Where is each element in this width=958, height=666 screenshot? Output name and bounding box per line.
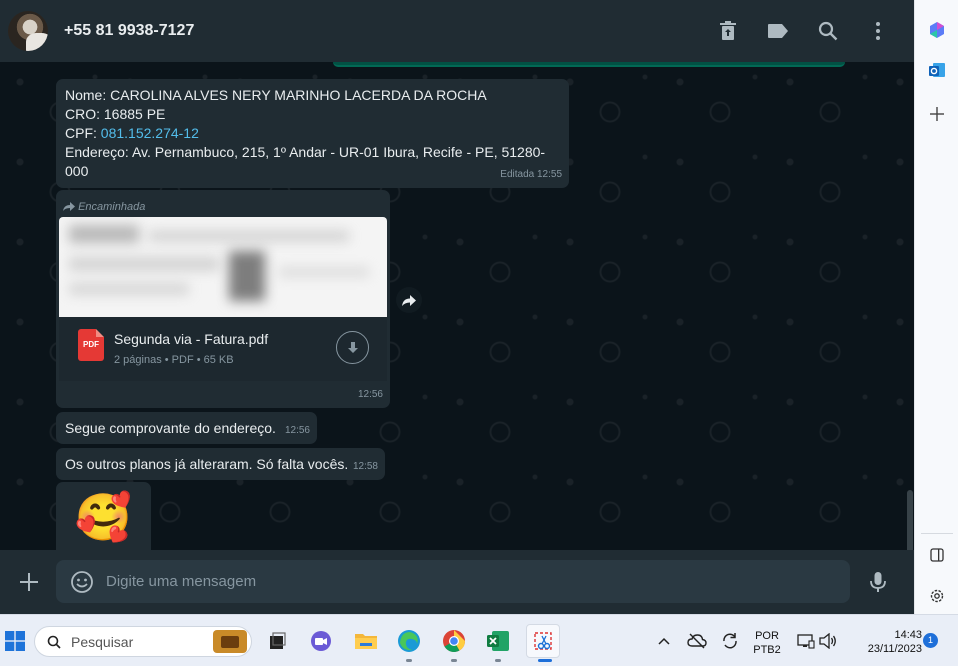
clock[interactable]: 14:43 23/11/2023 [846, 628, 922, 656]
copilot-icon[interactable] [925, 18, 949, 42]
chrome-icon[interactable] [440, 627, 468, 655]
windows-icon[interactable] [1, 627, 29, 655]
notification-badge[interactable]: 1 [923, 633, 938, 648]
clock-time: 14:43 [894, 629, 922, 641]
composer [0, 550, 914, 614]
keyboard-layout: PTB2 [753, 644, 781, 656]
share-icon [402, 294, 416, 306]
download-icon [347, 341, 358, 353]
share-button[interactable] [396, 287, 422, 313]
chat-area[interactable]: Nome: CAROLINA ALVES NERY MARINHO LACERD… [0, 62, 914, 550]
message-line-address: Endereço: Av. Pernambuco, 215, 1º Andar … [65, 144, 546, 179]
emoji-content: 🥰 [74, 491, 133, 543]
pdf-badge-text: PDF [83, 340, 99, 349]
message-time: 12:58 [352, 461, 378, 472]
avatar[interactable] [8, 11, 48, 51]
chat-header: +55 81 9938-7127 [0, 0, 914, 62]
pdf-icon: PDF [78, 329, 104, 361]
emoji-icon [71, 571, 93, 593]
snipping-tool-icon[interactable] [526, 624, 560, 658]
message-line-cro: CRO: 16885 PE [65, 106, 166, 122]
whatsapp-window: +55 81 9938-7127 Nome: CAROLINA ALVES NE… [0, 0, 914, 614]
forward-icon [63, 202, 75, 211]
running-indicator [406, 659, 412, 662]
forwarded-label: Encaminhada [63, 198, 145, 217]
edge-browser-icon[interactable] [395, 627, 423, 655]
message-text[interactable]: Segue comprovante do endereço. 12:56 [56, 412, 317, 444]
cpf-link[interactable]: 081.152.274-12 [101, 125, 199, 141]
previous-message-edge [333, 62, 845, 67]
mic-button[interactable] [866, 570, 890, 594]
file-name: Segunda via - Fatura.pdf [114, 331, 269, 347]
contact-name[interactable]: +55 81 9938-7127 [64, 22, 194, 40]
taskbar: Pesquisar POR PTB2 14:43 23/11/2023 [0, 614, 958, 666]
settings-icon[interactable] [925, 584, 949, 608]
search-highlight-icon [213, 630, 247, 653]
taskbar-search[interactable]: Pesquisar [34, 626, 252, 657]
message-body: Segue comprovante do endereço. [65, 420, 276, 436]
message-input-wrap [56, 560, 850, 603]
mic-icon [870, 572, 886, 592]
excel-icon[interactable] [484, 627, 512, 655]
file-meta: 2 páginas • PDF • 65 KB [114, 354, 234, 366]
cpf-label: CPF: [65, 125, 101, 141]
running-indicator [451, 659, 457, 662]
message-forwarded-document[interactable]: Encaminhada PDF Segunda via - Fatura.pdf… [56, 190, 390, 408]
label-icon[interactable] [766, 19, 790, 43]
attach-button[interactable] [15, 568, 43, 596]
search-placeholder: Pesquisar [71, 634, 134, 650]
clock-date: 23/11/2023 [867, 643, 922, 655]
delete-icon[interactable] [716, 19, 740, 43]
message-text[interactable]: Os outros planos já alteraram. Só falta … [56, 448, 385, 480]
language-indicator[interactable]: POR PTB2 [751, 629, 783, 657]
volume-icon[interactable] [814, 627, 842, 655]
search-icon[interactable] [816, 19, 840, 43]
add-icon[interactable] [925, 102, 949, 126]
download-button[interactable] [336, 331, 369, 364]
message-emoji[interactable]: 🥰 [56, 482, 151, 550]
edge-sidebar [914, 0, 958, 614]
scrollbar-thumb[interactable] [907, 490, 913, 550]
menu-icon[interactable] [866, 19, 890, 43]
teams-meet-icon[interactable] [307, 627, 335, 655]
message-body: Os outros planos já alteraram. Só falta … [65, 456, 349, 472]
document-preview[interactable] [59, 217, 387, 317]
cloud-offline-icon[interactable] [683, 627, 711, 655]
message-time: 12:56 [357, 389, 383, 400]
document-file-row[interactable]: PDF Segunda via - Fatura.pdf 2 páginas •… [59, 317, 387, 381]
message-line-name: Nome: CAROLINA ALVES NERY MARINHO LACERD… [65, 87, 487, 103]
message-time: 12:56 [284, 425, 310, 436]
sync-icon[interactable] [716, 627, 744, 655]
message-contact-info[interactable]: Nome: CAROLINA ALVES NERY MARINHO LACERD… [56, 79, 569, 188]
sidebar-toggle-icon[interactable] [925, 543, 949, 567]
file-explorer-icon[interactable] [352, 627, 380, 655]
search-icon [47, 635, 61, 649]
task-view-icon[interactable] [263, 627, 291, 655]
running-indicator [495, 659, 501, 662]
message-line-cpf: CPF: 081.152.274-12 [65, 124, 560, 143]
active-indicator [538, 659, 552, 662]
chevron-up-icon[interactable] [650, 627, 678, 655]
message-input[interactable] [106, 560, 836, 603]
forwarded-text: Encaminhada [78, 201, 146, 213]
edge-divider [921, 533, 953, 534]
message-time: Editada 12:55 [500, 169, 562, 180]
emoji-button[interactable] [70, 570, 94, 594]
plus-icon [20, 573, 38, 591]
outlook-icon[interactable] [925, 58, 949, 82]
language-code: POR [755, 630, 779, 642]
